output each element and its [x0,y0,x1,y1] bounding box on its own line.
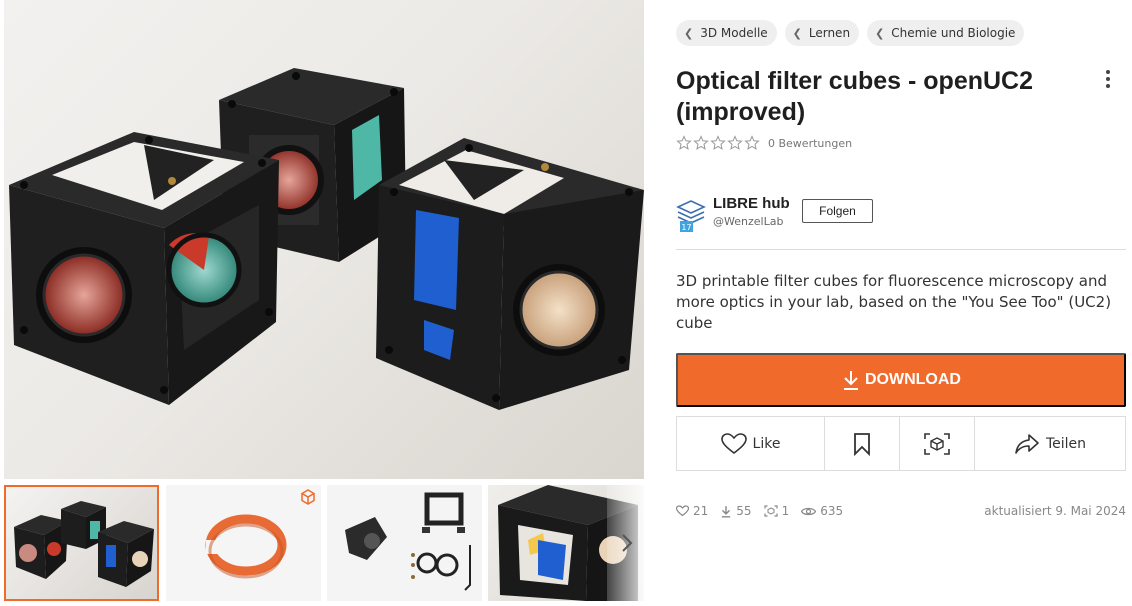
main-product-image[interactable] [4,0,644,479]
breadcrumb-item-lernen[interactable]: ❮ Lernen [784,20,860,46]
download-arrow-icon [722,505,731,518]
thumbnail-ring-image [205,514,287,579]
share-icon [1015,433,1039,454]
rating-count[interactable]: 0 Bewertungen [768,137,852,150]
breadcrumb-label: 3D Modelle [700,26,768,40]
page-title: Optical filter cubes - openUC2 (improved… [676,67,1034,126]
download-label: DOWNLOAD [865,371,961,388]
views-stat: 635 [801,504,843,518]
star-outline-icon [693,135,709,150]
rating: 0 Bewertungen [676,135,852,151]
author-name[interactable]: LIBRE hub [713,195,790,212]
heart-icon [676,505,689,517]
star-outline-icon [727,135,743,150]
likes-stat: 21 [676,504,708,518]
avatar-badge: 17 [681,223,691,232]
thumbnail-1[interactable] [4,485,159,601]
breadcrumb-item-chemie-und-biologie[interactable]: ❮ Chemie und Biologie [867,20,1025,46]
updated-date: aktualisiert 9. Mai 2024 [984,504,1126,518]
breadcrumb-item-3d-modelle[interactable]: ❮ 3D Modelle [676,20,777,46]
breadcrumb: ❮ 3D Modelle ❮ Lernen ❮ Chemie und Biolo… [676,20,1025,46]
rating-stars[interactable] [676,135,760,151]
chevron-left-icon: ❮ [792,26,802,40]
breadcrumb-label: Chemie und Biologie [891,26,1016,40]
likes-count: 21 [693,504,709,518]
bookmark-icon [854,432,870,456]
thumbnail-strip [4,485,644,601]
views-count: 635 [820,504,844,518]
chevron-left-icon: ❮ [684,26,694,40]
filter-cubes-photo [9,68,644,410]
makes-count: 1 [781,504,790,518]
downloads-stat: 55 [720,504,752,518]
eye-icon [801,507,817,515]
ar-cube-icon [924,432,950,455]
share-button[interactable]: Teilen [975,417,1125,470]
star-outline-icon [676,135,692,150]
breadcrumb-label: Lernen [808,26,851,40]
heart-icon [720,432,747,454]
download-button[interactable]: DOWNLOAD [676,353,1126,407]
action-bar: Like Teilen [676,416,1126,471]
more-vertical-icon [1106,70,1110,88]
star-outline-icon [710,135,726,150]
like-label: Like [752,435,781,452]
bookmark-button[interactable] [825,417,900,470]
follow-button[interactable]: Folgen [802,199,873,223]
share-label: Teilen [1045,435,1087,452]
divider [676,249,1126,250]
gallery [4,0,644,606]
avatar[interactable]: 17 [676,199,706,233]
thumbnail-cubes-image [14,501,154,587]
description: 3D printable filter cubes for fluorescen… [676,272,1112,332]
next-thumbnail-button[interactable] [614,528,640,558]
stats-bar: 21 55 1 635 aktualisiert 9. Mai 2024 [676,502,1126,520]
libre-hub-logo: 17 [676,200,706,232]
author-handle[interactable]: @WenzelLab [713,215,783,228]
thumbnail-3[interactable] [327,485,482,601]
more-options-button[interactable] [1100,66,1116,92]
makes-stat: 1 [763,504,790,518]
star-outline-icon [744,135,760,150]
like-button[interactable]: Like [677,417,825,470]
thumbnail-2-3d-view[interactable] [166,485,321,601]
details-panel: ❮ 3D Modelle ❮ Lernen ❮ Chemie und Biolo… [676,0,1126,606]
download-arrow-icon [844,371,858,390]
thumbnail-parts-image [345,492,471,591]
ar-view-button[interactable] [900,417,975,470]
3d-cube-icon [301,489,315,505]
author-section: 17 LIBRE hub @WenzelLab Folgen [676,195,1126,235]
chevron-right-icon [622,534,633,552]
ar-cube-icon [763,505,778,517]
chevron-left-icon: ❮ [875,26,885,40]
downloads-count: 55 [736,504,752,518]
